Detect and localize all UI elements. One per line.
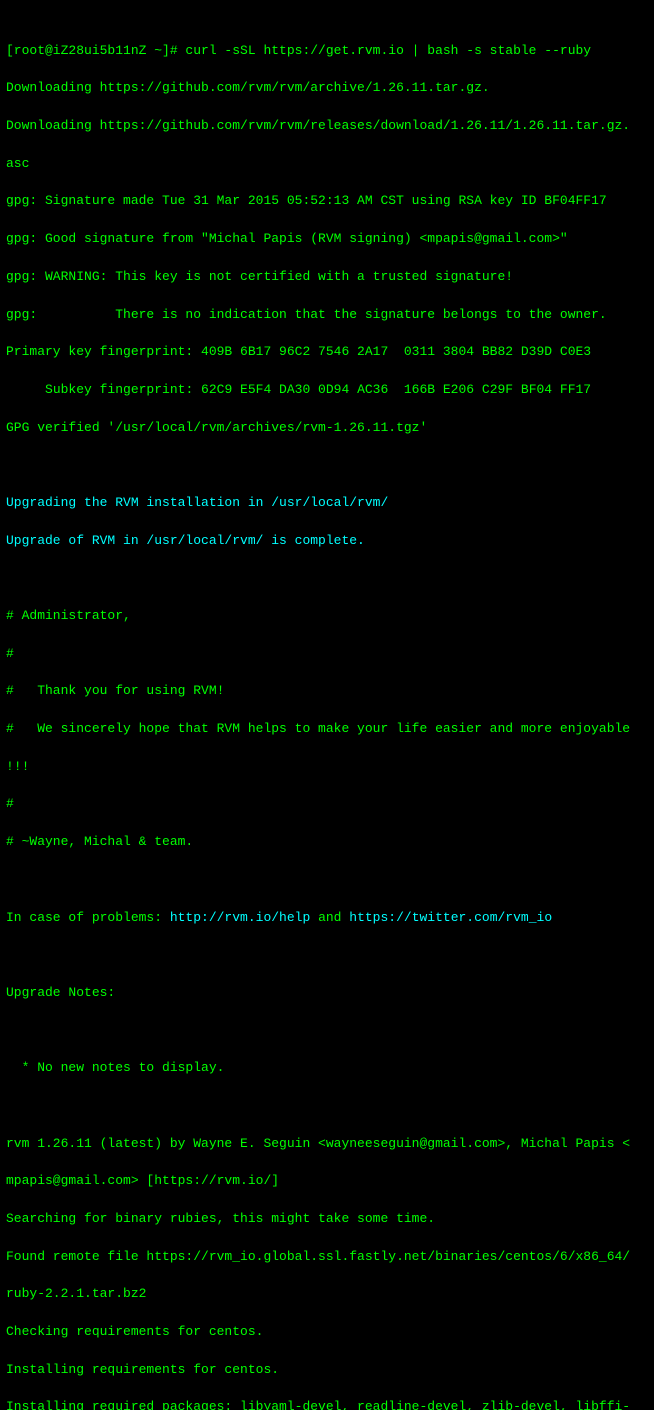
line-7: gpg: WARNING: This key is not certified … [6, 268, 648, 287]
problems-link2: https://twitter.com/rvm_io [349, 910, 552, 925]
line-installing-pkg: Installing required packages: libyaml-de… [6, 1398, 648, 1410]
line-8: gpg: There is no indication that the sig… [6, 306, 648, 325]
line-10: Subkey fingerprint: 62C9 E5F4 DA30 0D94 … [6, 381, 648, 400]
line-9: Primary key fingerprint: 409B 6B17 96C2 … [6, 343, 648, 362]
line-installing-req: Installing requirements for centos. [6, 1361, 648, 1380]
line-problems: In case of problems: http://rvm.io/help … [6, 909, 648, 928]
line-5: gpg: Signature made Tue 31 Mar 2015 05:5… [6, 192, 648, 211]
problems-middle: and [310, 910, 349, 925]
line-1: [root@iZ28ui5b11nZ ~]# curl -sSL https:/… [6, 42, 648, 61]
line-upgrade-notes: Upgrade Notes: [6, 984, 648, 1003]
line-thankyou: # Thank you for using RVM! [6, 682, 648, 701]
line-rvm-version: rvm 1.26.11 (latest) by Wayne E. Seguin … [6, 1135, 648, 1154]
line-4: asc [6, 155, 648, 174]
problems-prefix: In case of problems: [6, 910, 170, 925]
line-hope: # We sincerely hope that RVM helps to ma… [6, 720, 648, 739]
line-no-notes: * No new notes to display. [6, 1059, 648, 1078]
line-checking: Checking requirements for centos. [6, 1323, 648, 1342]
line-hash: # [6, 645, 648, 664]
line-exclaim: !!! [6, 758, 648, 777]
line-upgrading: Upgrading the RVM installation in /usr/l… [6, 494, 648, 513]
line-ruby-file: ruby-2.2.1.tar.bz2 [6, 1285, 648, 1304]
line-hash2: # [6, 795, 648, 814]
line-team: # ~Wayne, Michal & team. [6, 833, 648, 852]
problems-link1: http://rvm.io/help [170, 910, 310, 925]
line-2: Downloading https://github.com/rvm/rvm/a… [6, 79, 648, 98]
line-3: Downloading https://github.com/rvm/rvm/r… [6, 117, 648, 136]
terminal-window: [root@iZ28ui5b11nZ ~]# curl -sSL https:/… [0, 0, 654, 1410]
line-6: gpg: Good signature from "Michal Papis (… [6, 230, 648, 249]
line-searching: Searching for binary rubies, this might … [6, 1210, 648, 1229]
line-11: GPG verified '/usr/local/rvm/archives/rv… [6, 419, 648, 438]
line-admin: # Administrator, [6, 607, 648, 626]
line-found-remote: Found remote file https://rvm_io.global.… [6, 1248, 648, 1267]
line-upgrade-complete: Upgrade of RVM in /usr/local/rvm/ is com… [6, 532, 648, 551]
line-rvm-author2: mpapis@gmail.com> [https://rvm.io/] [6, 1172, 648, 1191]
